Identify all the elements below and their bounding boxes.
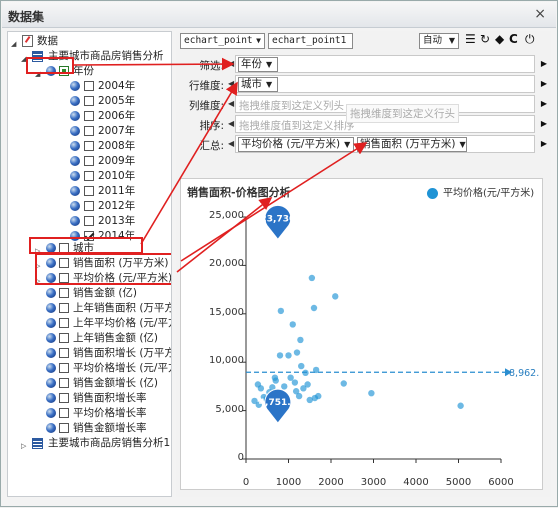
- arrow-area: [180, 142, 368, 262]
- annotation-arrows: [72, 57, 368, 273]
- arrow-year: [72, 57, 235, 71]
- dataset-window: 数据集 × ◢ 数据 ◢ 主要城市商品房销售分析 ◢ 年份 2004年 2005年…: [0, 0, 558, 507]
- arrow-price: [176, 197, 273, 273]
- arrow-city: [140, 81, 238, 245]
